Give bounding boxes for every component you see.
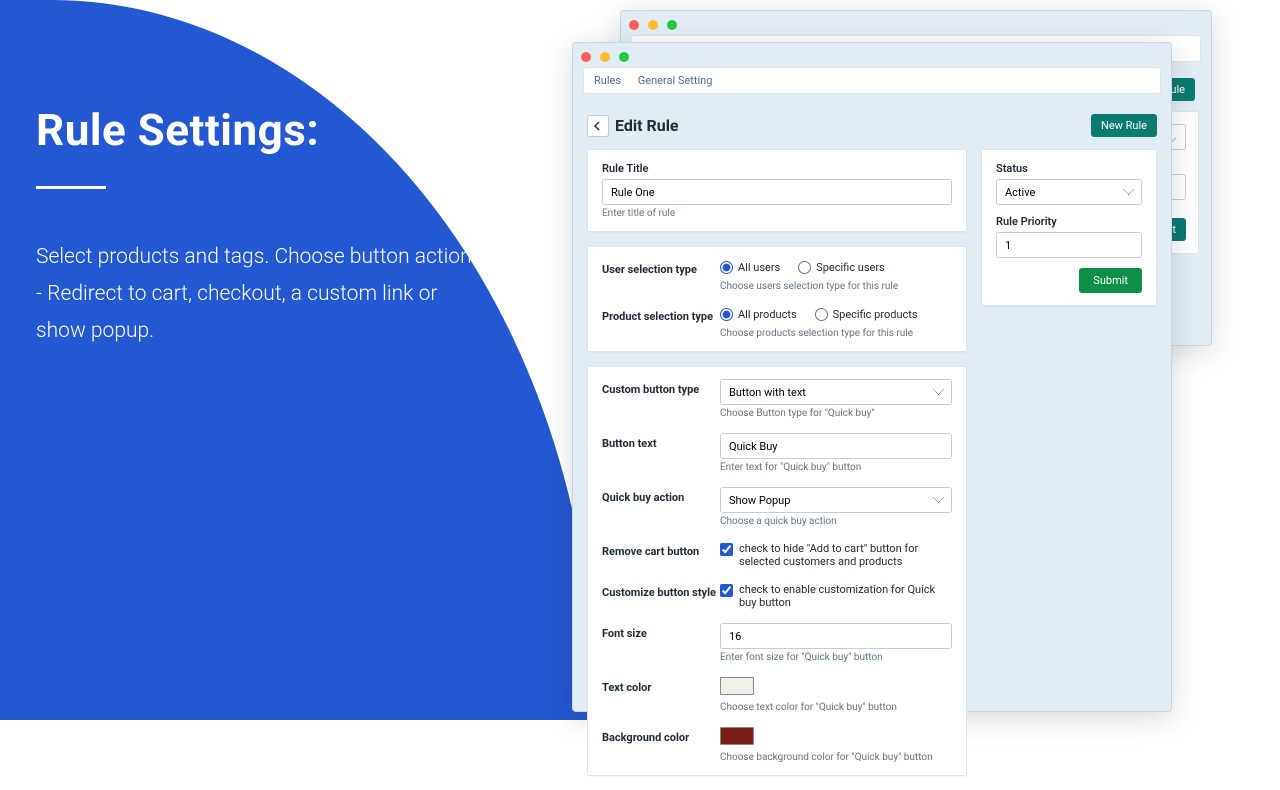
font-size-help: Enter font size for "Quick buy" button bbox=[720, 652, 952, 663]
font-size-label: Font size bbox=[602, 623, 720, 640]
font-size-input[interactable] bbox=[720, 623, 952, 649]
button-text-label: Button text bbox=[602, 433, 720, 450]
status-select[interactable]: Active bbox=[996, 179, 1142, 205]
button-type-select[interactable]: Button with text bbox=[720, 379, 952, 405]
bg-color-swatch[interactable] bbox=[720, 727, 754, 745]
text-color-help: Choose text color for "Quick buy" button bbox=[720, 702, 952, 713]
text-color-label: Text color bbox=[602, 677, 720, 694]
promo-heading: Rule Settings: bbox=[36, 104, 516, 156]
rule-title-input[interactable] bbox=[602, 179, 952, 205]
priority-input[interactable] bbox=[996, 232, 1142, 258]
user-specific-radio[interactable]: Specific users bbox=[798, 261, 885, 274]
user-selection-label: User selection type bbox=[602, 259, 720, 276]
product-specific-radio[interactable]: Specific products bbox=[815, 308, 918, 321]
rule-title-label: Rule Title bbox=[602, 162, 952, 175]
user-selection-help: Choose users selection type for this rul… bbox=[720, 281, 952, 292]
action-select[interactable]: Show Popup bbox=[720, 487, 952, 513]
product-all-radio[interactable]: All products bbox=[720, 308, 797, 321]
button-text-help: Enter text for "Quick buy" button bbox=[720, 462, 952, 473]
product-selection-help: Choose products selection type for this … bbox=[720, 328, 952, 339]
promo-body: Select products and tags. Choose button … bbox=[36, 239, 476, 349]
remove-cart-label: Remove cart button bbox=[602, 541, 720, 558]
page-title: Edit Rule bbox=[615, 116, 679, 135]
action-label: Quick buy action bbox=[602, 487, 720, 504]
text-color-swatch[interactable] bbox=[720, 677, 754, 695]
selection-card: User selection type All users Specific u… bbox=[587, 246, 967, 352]
remove-cart-checkbox[interactable]: check to hide "Add to cart" button for s… bbox=[720, 542, 952, 568]
tab-rules[interactable]: Rules bbox=[594, 74, 621, 87]
user-all-radio[interactable]: All users bbox=[720, 261, 780, 274]
button-type-label: Custom button type bbox=[602, 379, 720, 396]
window-close-icon bbox=[629, 20, 639, 30]
tab-general[interactable]: General Setting bbox=[638, 74, 713, 87]
window-close-icon[interactable] bbox=[581, 52, 591, 62]
divider bbox=[36, 186, 106, 189]
back-button[interactable] bbox=[587, 115, 609, 137]
new-rule-button[interactable]: New Rule bbox=[1091, 114, 1157, 137]
window-minimize-icon[interactable] bbox=[600, 52, 610, 62]
foreground-window: Rules General Setting Edit Rule New Rule… bbox=[572, 42, 1172, 712]
product-selection-label: Product selection type bbox=[602, 306, 720, 323]
window-zoom-icon[interactable] bbox=[619, 52, 629, 62]
rule-title-card: Rule Title Enter title of rule bbox=[587, 149, 967, 232]
action-help: Choose a quick buy action bbox=[720, 516, 952, 527]
customize-label: Customize button style bbox=[602, 582, 720, 599]
bg-color-label: Background color bbox=[602, 727, 720, 744]
button-text-input[interactable] bbox=[720, 433, 952, 459]
button-settings-card: Custom button type Button with text Choo… bbox=[587, 366, 967, 776]
status-card: Status Active Rule Priority Submit bbox=[981, 149, 1157, 306]
customize-checkbox[interactable]: check to enable customization for Quick … bbox=[720, 583, 952, 609]
priority-label: Rule Priority bbox=[996, 215, 1142, 228]
button-type-help: Choose Button type for "Quick buy" bbox=[720, 408, 952, 419]
bg-color-help: Choose background color for "Quick buy" … bbox=[720, 752, 952, 763]
window-zoom-icon bbox=[667, 20, 677, 30]
tab-bar: Rules General Setting bbox=[583, 67, 1161, 94]
status-label: Status bbox=[996, 162, 1142, 175]
submit-button[interactable]: Submit bbox=[1079, 268, 1142, 293]
rule-title-help: Enter title of rule bbox=[602, 208, 952, 219]
window-minimize-icon bbox=[648, 20, 658, 30]
